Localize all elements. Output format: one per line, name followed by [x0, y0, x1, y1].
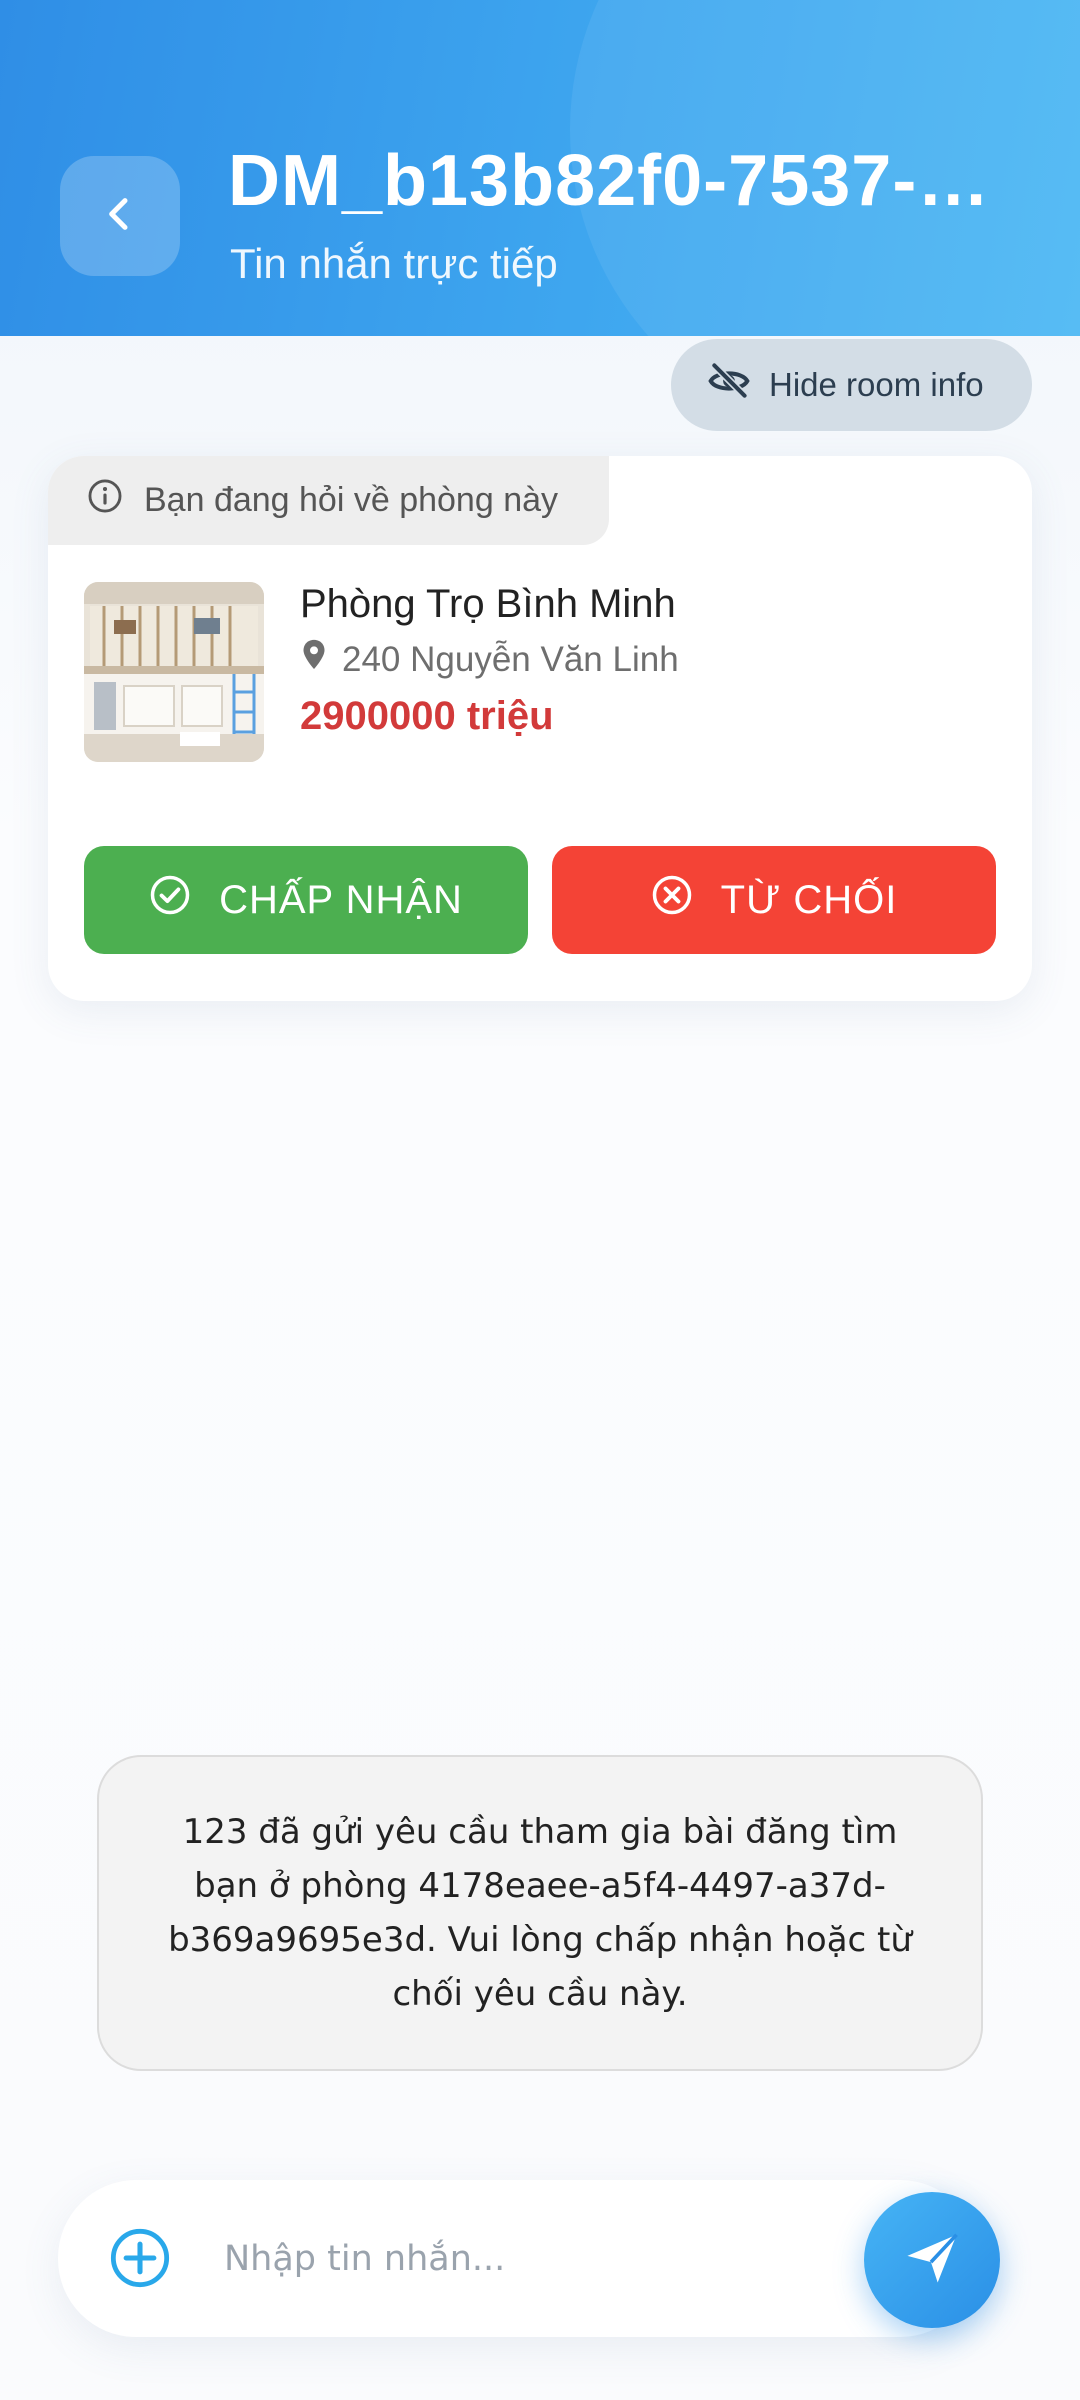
info-icon [86, 477, 124, 524]
chevron-left-icon [100, 194, 140, 239]
hide-room-info-button[interactable]: Hide room info [671, 339, 1032, 431]
accept-button-label: CHẤP NHẬN [219, 877, 463, 922]
eye-off-icon [707, 359, 751, 411]
x-circle-icon [651, 874, 693, 926]
send-icon [901, 2227, 963, 2294]
reject-button[interactable]: TỪ CHỐI [552, 846, 996, 954]
asking-about-room-label: Bạn đang hỏi về phòng này [144, 481, 559, 519]
room-address: 240 Nguyễn Văn Linh [300, 638, 679, 681]
app-header: DM_b13b82f0-7537-4… Tin nhắn trực tiếp [0, 0, 1080, 336]
location-pin-icon [300, 638, 328, 681]
room-info-card: Bạn đang hỏi về phòng này Phòng Trọ Bình… [48, 456, 1032, 1001]
system-message: 123 đã gửi yêu cầu tham gia bài đăng tìm… [97, 1755, 983, 2071]
add-attachment-button[interactable] [108, 2226, 172, 2290]
message-composer [58, 2180, 978, 2337]
room-name: Phòng Trọ Bình Minh [300, 582, 676, 626]
plus-circle-icon [108, 2228, 172, 2294]
chat-title: DM_b13b82f0-7537-4… [228, 141, 1028, 221]
asking-about-room-tag: Bạn đang hỏi về phòng này [48, 456, 609, 545]
reject-button-label: TỪ CHỐI [720, 877, 898, 922]
check-circle-icon [149, 874, 191, 926]
room-thumbnail[interactable] [84, 582, 264, 762]
room-address-text: 240 Nguyễn Văn Linh [342, 639, 679, 679]
chat-subtitle: Tin nhắn trực tiếp [230, 240, 558, 287]
hide-room-info-label: Hide room info [769, 366, 984, 403]
message-input[interactable] [224, 2224, 864, 2294]
back-button[interactable] [60, 156, 180, 276]
accept-button[interactable]: CHẤP NHẬN [84, 846, 528, 954]
send-button[interactable] [864, 2192, 1000, 2328]
room-price: 2900000 triệu [300, 694, 554, 738]
